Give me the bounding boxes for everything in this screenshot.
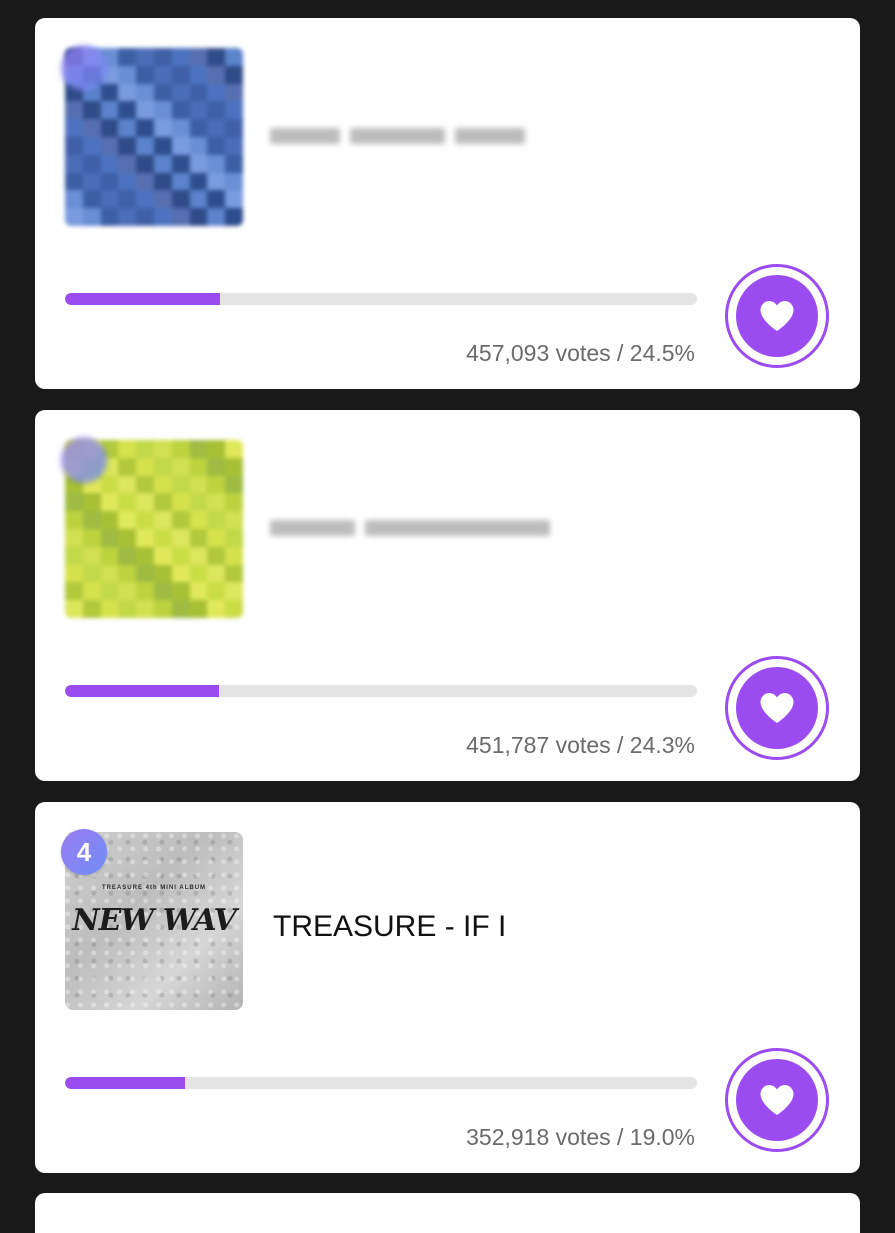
heart-icon [760,1085,794,1115]
album-thumbnail [61,45,243,226]
song-title-redacted [270,123,525,149]
album-thumbnail: TREASURE 4th MINI ALBUM NEW WAV 4 [61,829,243,1010]
rank-badge: 4 [61,829,107,875]
vote-progress-fill [65,685,219,697]
vote-progress-bar [65,293,697,305]
vote-button[interactable] [725,1048,829,1152]
album-subtitle: TREASURE 4th MINI ALBUM [101,885,207,891]
vote-progress-bar [65,685,697,697]
vote-button[interactable] [725,656,829,760]
vote-card: 451,787 votes / 24.3% [35,410,860,781]
album-thumbnail [61,437,243,618]
vote-progress-fill [65,1077,186,1089]
vote-card: 457,093 votes / 24.5% [35,18,860,389]
vote-button[interactable] [725,264,829,368]
vote-progress-bar [65,1077,697,1089]
vote-card: TREASURE 4th MINI ALBUM NEW WAV 4 TREASU… [35,802,860,1173]
vote-count-text: 352,918 votes / 19.0% [466,1124,695,1150]
vote-count-text: 457,093 votes / 24.5% [466,340,695,366]
rank-badge [61,437,107,483]
vote-progress-fill [65,293,220,305]
song-title: TREASURE - IF I [273,910,507,943]
song-title-redacted [270,515,550,541]
rank-badge [61,45,107,91]
vote-count-text: 451,787 votes / 24.3% [466,732,695,758]
heart-icon [760,301,794,331]
heart-icon [760,693,794,723]
album-title: NEW WAV [72,903,237,938]
vote-card-partial [35,1193,860,1233]
